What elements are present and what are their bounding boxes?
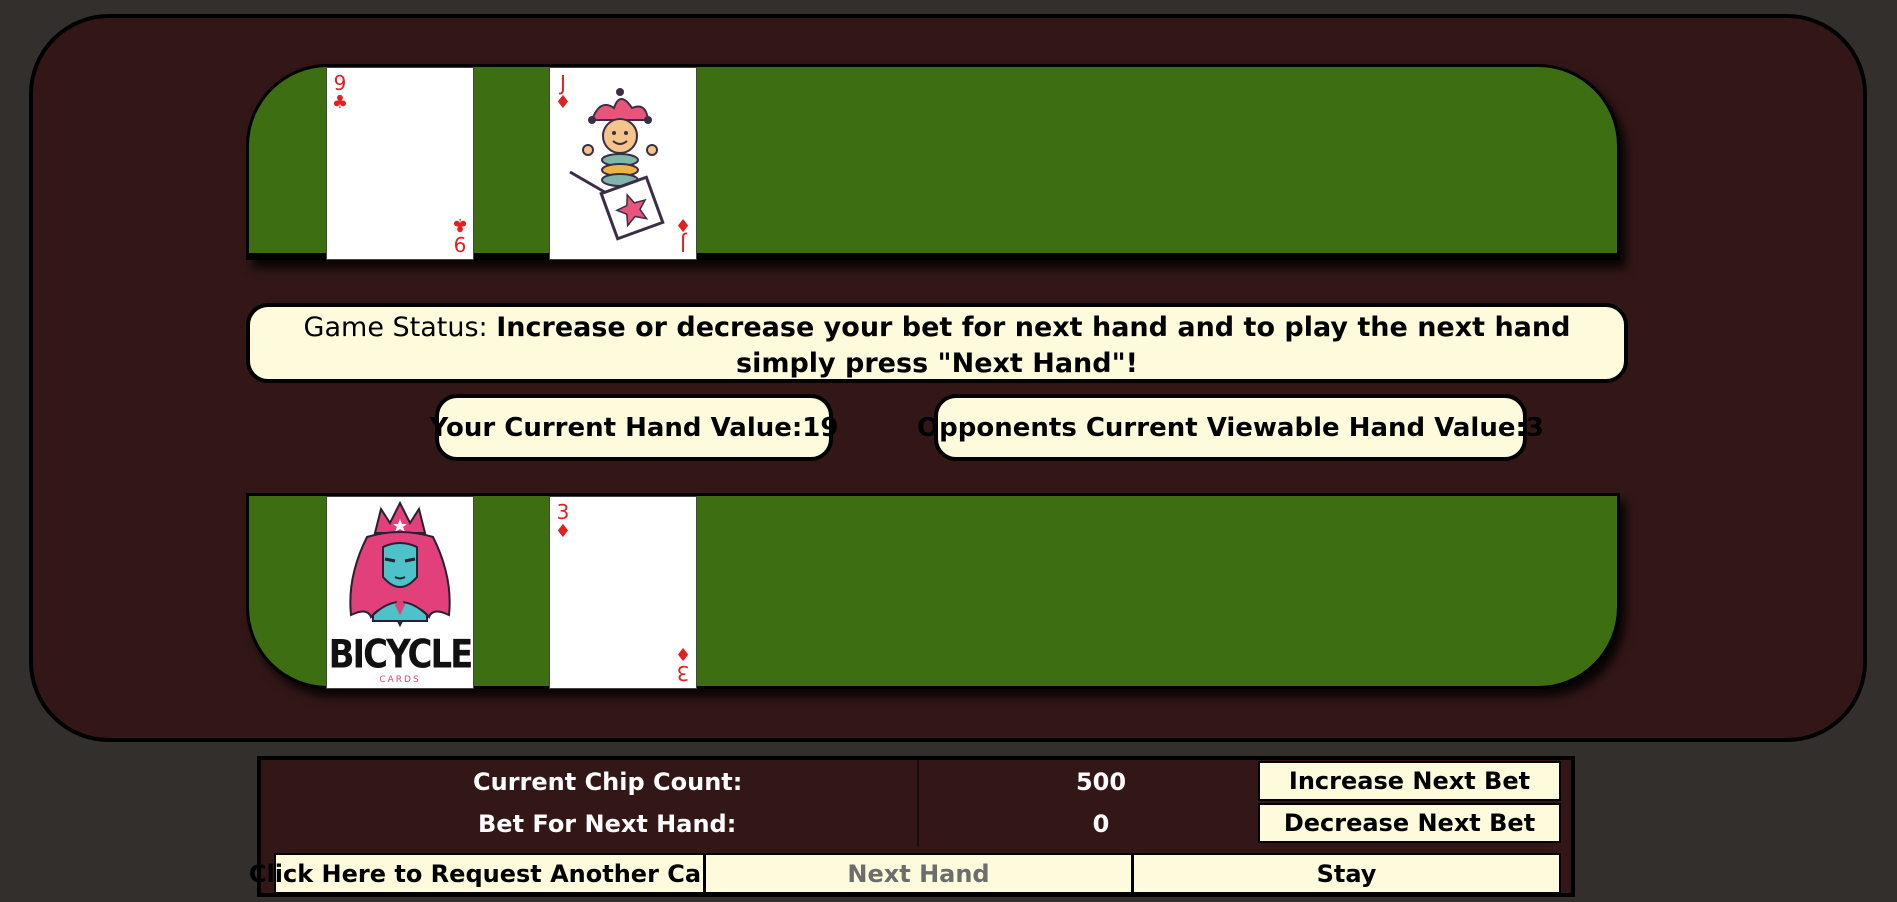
card-corner-top: 9 ♣ <box>330 73 350 113</box>
player-hand-area: BICYCLE CARDS 3 ♦ 3 ♦ <box>246 493 1620 689</box>
your-hand-value: Your Current Hand Value:19 <box>430 394 838 461</box>
diamond-suit-icon: ♦ <box>554 521 572 542</box>
increase-bet-button[interactable]: Increase Next Bet <box>1258 761 1561 801</box>
opponent-card-jack-of-diamonds: J ♦ J ♦ <box>549 67 697 260</box>
bet-value: 0 <box>1092 810 1110 838</box>
card-rank: 3 <box>676 661 690 685</box>
stay-button[interactable]: Stay <box>1132 853 1561 894</box>
opponent-card-nine-of-clubs: 9 ♣ 9 ♣ <box>326 67 474 260</box>
game-status-label: Game Status: <box>303 312 497 343</box>
player-card-back: BICYCLE CARDS <box>326 496 474 689</box>
game-status: Game Status: Increase or decrease your b… <box>246 303 1628 383</box>
bet-label: Bet For Next Hand: <box>478 810 737 838</box>
opponent-hand-value: Opponents Current Viewable Hand Value:3 <box>917 394 1544 461</box>
player-card-three-of-diamonds: 3 ♦ 3 ♦ <box>549 496 697 689</box>
card-table: 9 ♣ 9 ♣ J ♦ J ♦ Game Status: Increase or… <box>29 14 1867 742</box>
request-card-button[interactable]: Click Here to Request Another Card <box>249 853 730 894</box>
card-rank: 9 <box>333 71 347 95</box>
next-hand-button[interactable]: Next Hand <box>704 853 1133 894</box>
chip-count-label: Current Chip Count: <box>473 768 743 796</box>
chip-count-value: 500 <box>1075 768 1127 796</box>
diamond-suit-icon: ♦ <box>674 643 692 664</box>
decrease-bet-button[interactable]: Decrease Next Bet <box>1258 803 1561 843</box>
card-corner-bottom: J ♦ <box>673 214 693 256</box>
game-status-message: Increase or decrease your bet for next h… <box>496 312 1571 379</box>
club-suit-icon: ♣ <box>451 214 469 235</box>
opponent-hand-area: 9 ♣ 9 ♣ J ♦ J ♦ <box>246 64 1620 260</box>
diamond-suit-icon: ♦ <box>674 214 692 235</box>
column-divider <box>917 760 919 846</box>
card-corner-top: 3 ♦ <box>553 502 573 542</box>
card-rank: 9 <box>453 232 467 256</box>
card-rank: 3 <box>556 500 570 524</box>
card-corner-bottom: 9 ♣ <box>450 214 470 256</box>
card-rank: J <box>680 232 686 256</box>
club-suit-icon: ♣ <box>331 92 349 113</box>
control-panel: Current Chip Count: 500 Bet For Next Han… <box>249 756 1575 897</box>
bicycle-logo-text: BICYCLE <box>328 632 474 678</box>
card-corner-bottom: 3 ♦ <box>673 643 693 685</box>
bicycle-logo-subtext: CARDS <box>379 675 421 685</box>
